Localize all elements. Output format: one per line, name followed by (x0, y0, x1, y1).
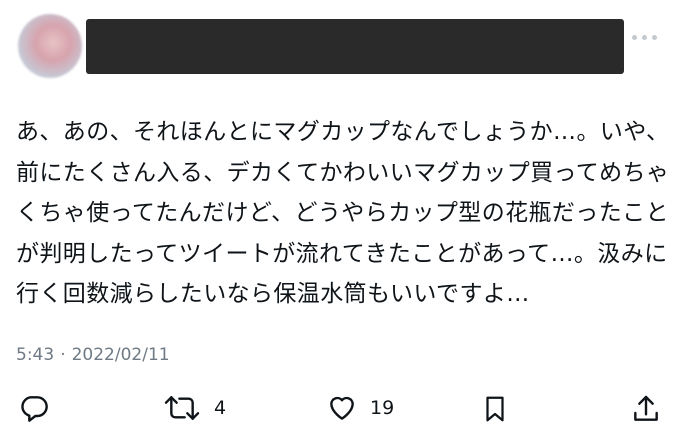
tweet-text: あ、あの、それほんとにマグカップなんでしょうか…。いや、 前にたくさん入る、デカく… (16, 112, 676, 315)
share-icon (634, 395, 658, 421)
avatar[interactable] (18, 14, 82, 78)
retweet-button[interactable]: 4 (162, 392, 226, 424)
bookmark-icon (486, 396, 504, 422)
action-bar: 4 19 (0, 392, 680, 432)
reply-button[interactable] (18, 392, 50, 424)
tweet-timestamp[interactable]: 5:43 · 2022/02/11 (16, 345, 170, 365)
tweet-text-line: 前にたくさん入る、デカくてかわいいマグカップ買ってめちゃ (16, 159, 670, 186)
tweet-date: 2022/02/11 (71, 345, 170, 365)
retweet-count: 4 (214, 397, 227, 419)
tweet-text-line: が判明したってツイートが流れてきたことがあって…。汲みに (16, 240, 668, 267)
tweet-text-line: あ、あの、それほんとにマグカップなんでしょうか…。いや、 (16, 119, 670, 145)
tweet-time: 5:43 (16, 345, 55, 365)
like-count: 19 (370, 397, 395, 419)
tweet-text-line: 行く回数減らしたいなら保温水筒もいいですよ… (16, 281, 530, 307)
share-button[interactable] (630, 392, 662, 426)
reply-icon (21, 396, 48, 422)
heart-icon (330, 396, 354, 420)
tweet-text-line: くちゃ使ってたんだけど、どうやらカップ型の花瓶だったこと (16, 200, 669, 226)
like-button[interactable]: 19 (326, 392, 394, 424)
more-options-icon[interactable] (632, 32, 662, 42)
bookmark-button[interactable] (480, 392, 510, 426)
meta-separator: · (60, 345, 66, 365)
redacted-user-name (86, 19, 624, 74)
retweet-icon (164, 396, 200, 420)
